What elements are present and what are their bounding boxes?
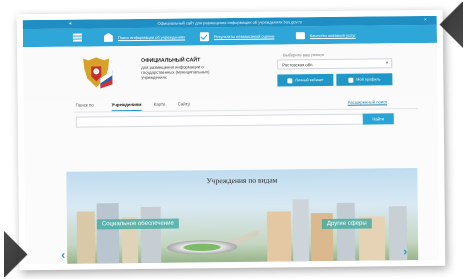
building [266, 211, 292, 262]
briefcase-icon [295, 31, 305, 39]
menu-icon[interactable] [72, 33, 82, 42]
category-social-label[interactable]: Социальное обеспечение [96, 218, 179, 230]
nav-item-label: Поиск информации об учреждениях [117, 33, 186, 40]
user-icon [287, 77, 293, 83]
tab-map[interactable]: Карте [154, 102, 166, 107]
road-image [216, 217, 260, 263]
region-label: Выберите ваш регион [283, 52, 324, 58]
chevron-down-icon: ▾ [385, 60, 389, 67]
tab-institutions[interactable]: Учреждениям [112, 102, 142, 107]
chevron-left-icon[interactable]: ‹ [61, 248, 67, 262]
nav-item-label: Качество оказания услуг [309, 32, 356, 38]
close-icon[interactable]: × [424, 17, 427, 23]
categories-banner[interactable]: Учреждения по видам Социальное обеспечен… [66, 168, 419, 264]
nav-item-results[interactable]: Результаты независимой оценки [199, 31, 296, 41]
building [140, 206, 162, 263]
top-info-text: Официальный сайт для размещения информац… [157, 19, 303, 26]
nav-item-search[interactable]: Поиск информации об учреждениях [104, 32, 200, 42]
person-icon [348, 77, 354, 83]
nav-item-label: Результаты независимой оценки [213, 33, 275, 39]
building [336, 202, 356, 261]
banner-title: Учреждения по видам [206, 175, 278, 186]
tab-site[interactable]: Сайту [178, 101, 190, 106]
category-other-label[interactable]: Другие сферы [321, 218, 372, 230]
search-input[interactable] [75, 113, 364, 128]
building [76, 211, 96, 264]
site-subtitle: для размещения информации о государствен… [141, 64, 210, 80]
advanced-search-link[interactable]: Расширенный поиск [348, 99, 387, 104]
search-button[interactable]: Найти [362, 113, 394, 125]
info-icon: ◂ [68, 20, 72, 27]
search-row: Найти [24, 109, 438, 135]
cabinet-button-label: Личный кабинет [295, 78, 324, 83]
profile-button[interactable]: Мой профиль [336, 73, 393, 86]
nav-item-quality[interactable]: Качество оказания услуг [295, 31, 392, 39]
chevron-right-icon[interactable]: › [403, 244, 409, 258]
region-value: Ростовская обл. [282, 61, 314, 67]
building [96, 203, 120, 264]
site-title: ОФИЦИАЛЬНЫЙ САЙТ [141, 57, 201, 64]
cabinet-button[interactable]: Личный кабинет [277, 73, 334, 87]
coat-of-arms-logo[interactable] [78, 54, 114, 90]
profile-button-label: Мой профиль [356, 77, 381, 82]
checkmark-icon [199, 31, 209, 41]
building [292, 199, 310, 262]
region-select[interactable]: Ростовская обл. ▾ [277, 58, 393, 70]
bank-icon [104, 33, 113, 42]
photo-frame: ◂ Официальный сайт для размещения информ… [22, 15, 440, 265]
search-by-label: Поиск по [75, 102, 94, 108]
site-header: ОФИЦИАЛЬНЫЙ САЙТ для размещения информац… [23, 42, 438, 100]
